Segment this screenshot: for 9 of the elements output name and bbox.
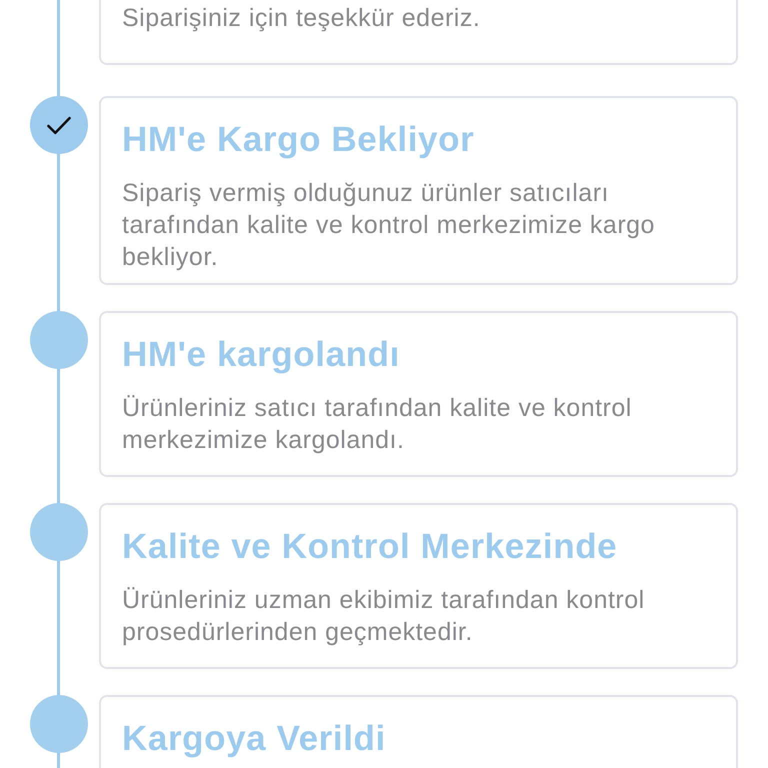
step-title: HM'e Kargo Bekliyor [122, 119, 476, 161]
step-description: Sipariş vermiş olduğunuz ürünler satıcıları tarafından kalite ve kontrol merkezimize kargo bekliyor. [122, 178, 656, 273]
step-description: Ürünleriniz satıcı tarafından kalite ve kontrol merkezimize kargolandı. [122, 393, 633, 456]
step-description: Siparişiniz için teşekkür ederiz. [122, 3, 482, 34]
check-icon [46, 116, 72, 134]
step-title: Kalite ve Kontrol Merkezinde [122, 526, 618, 568]
step-title: Kargoya Verildi [122, 718, 387, 760]
step-description: Ürünleriniz uzman ekibimiz tarafından kontrol prosedürlerinden geçmektedir. [122, 585, 646, 648]
step-title: HM'e kargolandı [122, 334, 401, 376]
